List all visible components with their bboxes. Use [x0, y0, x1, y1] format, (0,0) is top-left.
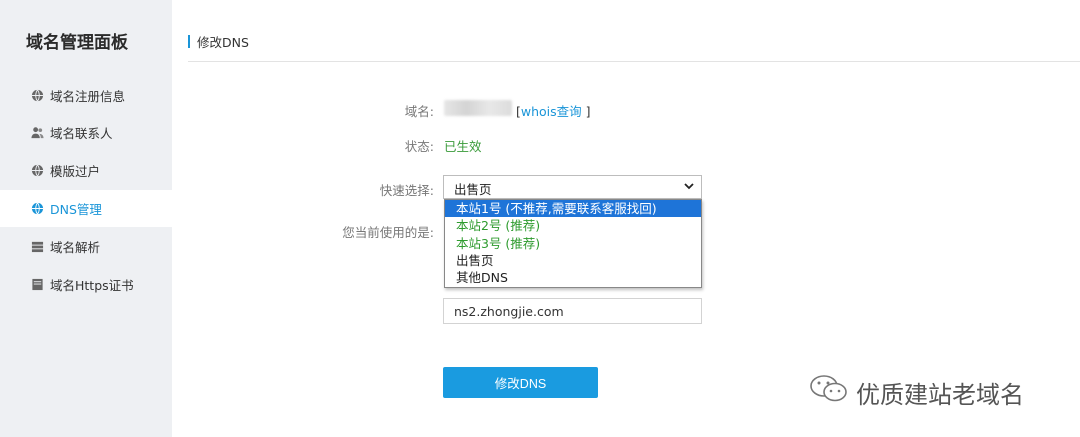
sidebar-item-resolution[interactable]: 域名解析	[0, 228, 172, 265]
quick-select-value: 出售页	[454, 182, 492, 197]
quick-select-label: 快速选择:	[379, 183, 434, 198]
certificate-icon	[30, 278, 44, 292]
watermark: 优质建站老域名	[808, 372, 1024, 412]
sidebar-title: 域名管理面板	[26, 33, 128, 53]
status-value: 已生效	[444, 139, 482, 154]
sidebar-item-dns[interactable]: DNS管理	[0, 190, 172, 227]
sidebar-item-label: 域名解析	[50, 240, 101, 255]
server-icon	[30, 240, 44, 254]
ns2-input[interactable]: ns2.zhongjie.com	[443, 298, 702, 324]
quick-select-dropdown[interactable]: 出售页	[443, 175, 702, 199]
status-label: 状态:	[404, 139, 434, 154]
chevron-down-icon	[683, 180, 695, 192]
submit-dns-button[interactable]: 修改DNS	[443, 367, 598, 398]
sidebar-item-label: 域名联系人	[50, 126, 113, 141]
page-title: 修改DNS	[197, 35, 249, 50]
whois-bracket-close: ]	[585, 104, 591, 119]
sidebar-item-label: 域名Https证书	[50, 278, 134, 293]
quick-select-options: 本站1号 (不推荐,需要联系客服找回) 本站2号 (推荐) 本站3号 (推荐) …	[444, 199, 702, 288]
option-site-2[interactable]: 本站2号 (推荐)	[445, 217, 701, 234]
sidebar-item-contacts[interactable]: 域名联系人	[0, 114, 172, 151]
globe-icon	[30, 164, 44, 178]
sidebar-item-https[interactable]: 域名Https证书	[0, 266, 172, 303]
users-icon	[30, 126, 44, 140]
sidebar-item-label: 模版过户	[50, 164, 101, 179]
sidebar-item-domain-info[interactable]: 域名注册信息	[0, 77, 172, 114]
sidebar: 域名管理面板 域名注册信息 域名联系人 模版过户 DNS管理 域名解析 域名Ht…	[0, 0, 172, 437]
option-site-3[interactable]: 本站3号 (推荐)	[445, 235, 701, 252]
current-dns-label: 您当前使用的是:	[342, 225, 434, 240]
watermark-text: 优质建站老域名	[856, 380, 1024, 409]
wechat-icon	[808, 372, 856, 412]
option-for-sale[interactable]: 出售页	[445, 252, 701, 269]
option-other-dns[interactable]: 其他DNS	[445, 269, 701, 286]
option-site-1[interactable]: 本站1号 (不推荐,需要联系客服找回)	[445, 200, 701, 218]
header-accent-bar	[188, 35, 190, 48]
globe-icon	[30, 89, 44, 103]
domain-label: 域名:	[404, 104, 434, 119]
whois-link-group: [whois查询 ]	[516, 101, 591, 120]
header-divider	[188, 61, 1080, 62]
whois-link[interactable]: whois查询	[521, 104, 582, 119]
redacted-domain-value	[444, 100, 512, 116]
globe-icon	[30, 202, 44, 216]
sidebar-item-label: DNS管理	[50, 202, 102, 217]
sidebar-item-transfer[interactable]: 模版过户	[0, 152, 172, 189]
page-header: 修改DNS	[188, 32, 249, 51]
sidebar-item-label: 域名注册信息	[50, 89, 126, 104]
